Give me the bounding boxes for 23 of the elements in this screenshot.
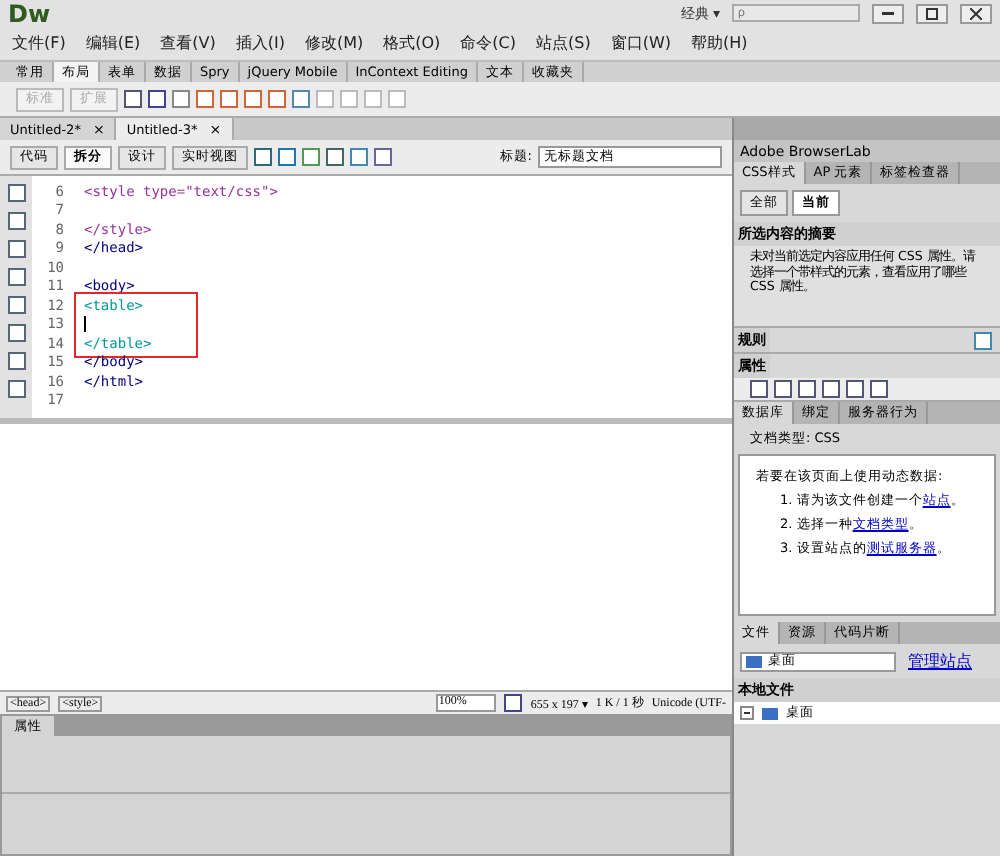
menu-item[interactable]: 编辑(E) [85, 32, 141, 54]
collapse-icon[interactable] [740, 706, 754, 720]
maximize-button[interactable] [916, 3, 948, 23]
window-size-icon[interactable] [504, 694, 523, 712]
menu-item[interactable]: 格式(O) [383, 32, 441, 54]
menu-item[interactable]: 窗口(W) [610, 32, 671, 54]
close-button[interactable] [960, 3, 992, 23]
menu-item[interactable]: 站点(S) [536, 32, 591, 54]
menu-item[interactable]: 修改(M) [304, 32, 364, 54]
minimize-button[interactable] [872, 3, 904, 23]
menu-item[interactable]: 查看(V) [160, 32, 216, 54]
menu-item[interactable]: 文件(F) [12, 32, 66, 54]
menu-item[interactable]: 帮助(H) [690, 32, 748, 54]
folder-icon [762, 707, 778, 719]
menu-item[interactable]: 命令(C) [460, 32, 516, 54]
view-icon[interactable] [974, 331, 992, 349]
close-icon [970, 7, 982, 19]
manage-sites-link[interactable]: 管理站点 [908, 650, 972, 672]
folder-icon [746, 655, 762, 667]
menu-item[interactable]: 插入(I) [235, 32, 285, 54]
minimize-icon [882, 11, 894, 15]
maximize-icon [926, 7, 938, 19]
app-logo: Dw [8, 0, 51, 27]
